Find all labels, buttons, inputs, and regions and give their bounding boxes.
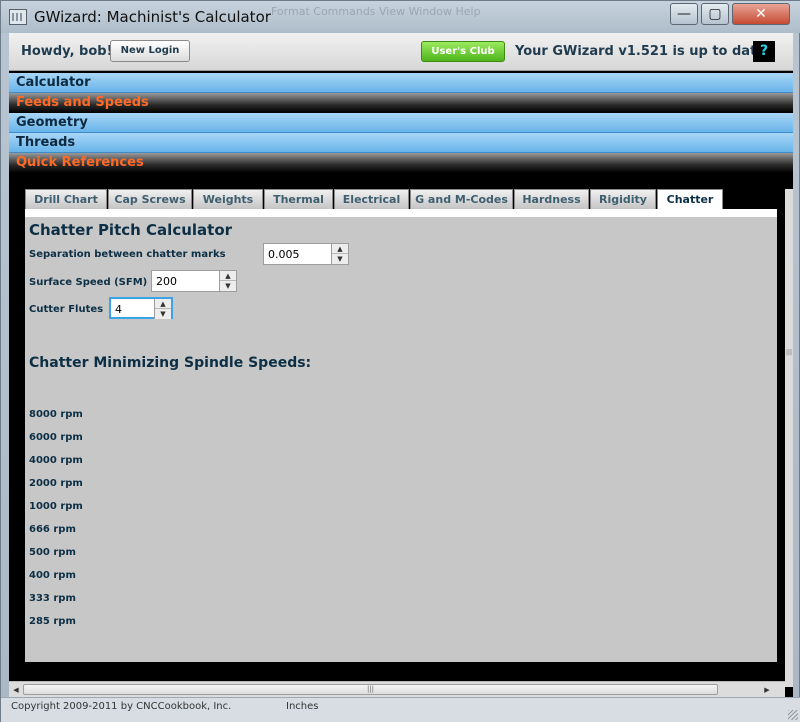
separation-value[interactable]: 0.005: [268, 248, 300, 261]
scroll-grip-icon[interactable]: |||: [785, 349, 793, 359]
speed-result: 500 rpm: [29, 547, 76, 558]
users-club-button[interactable]: User's Club: [421, 41, 505, 62]
resize-grip-icon[interactable]: [788, 710, 798, 720]
spin-down-icon[interactable]: ▼: [220, 281, 236, 291]
vertical-scrollbar[interactable]: |||: [785, 189, 793, 687]
app-icon: [9, 9, 27, 25]
help-button[interactable]: ?: [753, 41, 775, 62]
separation-stepper[interactable]: 0.005 ▲ ▼: [263, 243, 349, 265]
speed-result: 285 rpm: [29, 616, 76, 627]
section-feeds-and-speeds[interactable]: Feeds and Speeds: [9, 93, 793, 113]
surface-speed-label: Surface Speed (SFM): [29, 277, 148, 288]
horizontal-scroll-thumb[interactable]: |||: [23, 684, 718, 695]
minimize-button[interactable]: —: [670, 3, 698, 25]
surface-speed-stepper[interactable]: 200 ▲ ▼: [151, 270, 237, 292]
cutter-flutes-label: Cutter Flutes: [29, 304, 104, 315]
spin-down-icon[interactable]: ▼: [155, 309, 171, 319]
tab-chatter[interactable]: Chatter: [657, 189, 723, 210]
cutter-flutes-stepper[interactable]: 4 ▲ ▼: [109, 297, 173, 319]
tab-electrical[interactable]: Electrical: [334, 189, 409, 209]
spin-up-icon[interactable]: ▲: [220, 271, 236, 281]
horizontal-scrollbar[interactable]: ◀ ||| ▶: [9, 681, 785, 697]
speed-result: 8000 rpm: [29, 409, 83, 420]
greeting-text: Howdy, bob!: [21, 44, 113, 59]
maximize-button[interactable]: ▢: [701, 3, 729, 25]
status-bar: Copyright 2009-2011 by CNCCookbook, Inc.…: [1, 697, 800, 722]
separation-label: Separation between chatter marks: [29, 249, 226, 260]
tab-weights[interactable]: Weights: [193, 189, 263, 209]
section-threads[interactable]: Threads: [9, 133, 793, 153]
speed-result: 2000 rpm: [29, 478, 83, 489]
tab-thermal[interactable]: Thermal: [264, 189, 333, 209]
tab-cap-screws[interactable]: Cap Screws: [108, 189, 192, 209]
background-menu-text: Format Commands View Window Help: [271, 5, 481, 18]
tab-g-and-m-codes[interactable]: G and M-Codes: [410, 189, 513, 209]
speed-result: 6000 rpm: [29, 432, 83, 443]
tab-rigidity[interactable]: Rigidity: [590, 189, 656, 209]
section-calculator[interactable]: Calculator: [9, 73, 793, 93]
speed-result: 1000 rpm: [29, 501, 83, 512]
close-button[interactable]: ✕: [732, 3, 790, 25]
results-title: Chatter Minimizing Spindle Speeds:: [29, 355, 312, 371]
app-window: GWizard: Machinist's Calculator Format C…: [0, 0, 800, 722]
separation-spin-buttons: ▲ ▼: [331, 244, 348, 264]
spin-down-icon[interactable]: ▼: [332, 254, 348, 264]
chatter-tab-content: Chatter Pitch Calculator Separation betw…: [25, 217, 777, 662]
spin-up-icon[interactable]: ▲: [332, 244, 348, 254]
cutter-flutes-spin-buttons: ▲ ▼: [154, 299, 171, 319]
surface-speed-value[interactable]: 200: [156, 275, 177, 288]
client-area: Howdy, bob! New Login User's Club Your G…: [9, 33, 793, 697]
speed-result: 666 rpm: [29, 524, 76, 535]
section-quick-references[interactable]: Quick References: [9, 153, 793, 173]
scroll-left-icon[interactable]: ◀: [10, 684, 22, 696]
speed-result: 4000 rpm: [29, 455, 83, 466]
scroll-right-icon[interactable]: ▶: [761, 684, 773, 696]
speed-result: 333 rpm: [29, 593, 76, 604]
title-bar[interactable]: GWizard: Machinist's Calculator Format C…: [1, 1, 800, 33]
units-indicator: Inches: [286, 701, 319, 712]
tab-strip: Drill Chart Cap Screws Weights Thermal E…: [25, 189, 777, 210]
section-geometry[interactable]: Geometry: [9, 113, 793, 133]
tab-content-divider: [25, 209, 777, 217]
new-login-button[interactable]: New Login: [110, 40, 190, 62]
reference-panel: Drill Chart Cap Screws Weights Thermal E…: [25, 189, 777, 662]
speed-result: 400 rpm: [29, 570, 76, 581]
copyright-text: Copyright 2009-2011 by CNCCookbook, Inc.: [11, 701, 232, 712]
window-title: GWizard: Machinist's Calculator: [34, 8, 271, 26]
spin-up-icon[interactable]: ▲: [155, 299, 171, 309]
version-status: Your GWizard v1.521 is up to date: [515, 44, 766, 59]
header-bar: Howdy, bob! New Login User's Club Your G…: [9, 33, 793, 71]
tab-drill-chart[interactable]: Drill Chart: [25, 189, 107, 209]
surface-speed-spin-buttons: ▲ ▼: [219, 271, 236, 291]
tab-hardness[interactable]: Hardness: [514, 189, 589, 209]
cutter-flutes-value[interactable]: 4: [115, 303, 122, 316]
calculator-title: Chatter Pitch Calculator: [29, 221, 233, 239]
